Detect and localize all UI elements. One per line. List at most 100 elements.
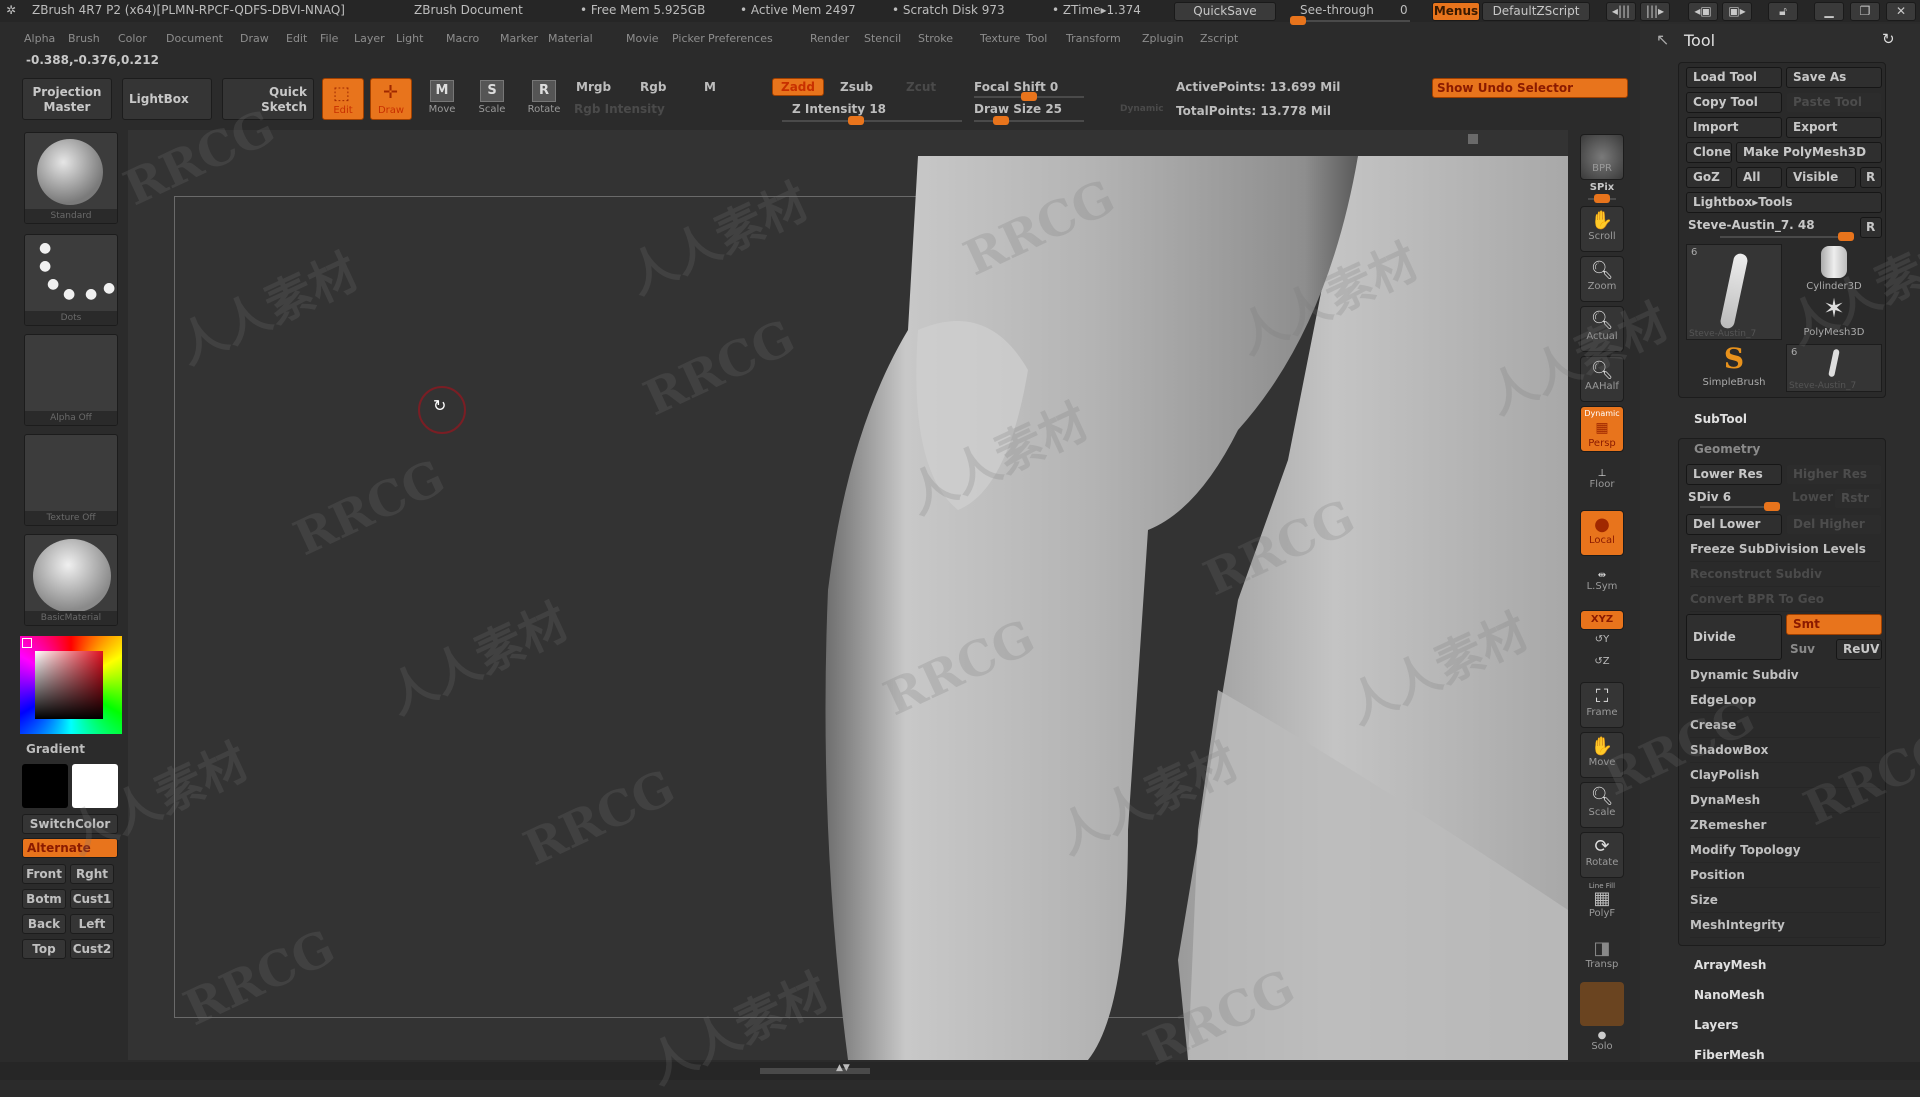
save-as-button[interactable]: Save As (1786, 67, 1882, 88)
subtool-section[interactable]: SubTool (1694, 412, 1747, 426)
make-polymesh3d-button[interactable]: Make PolyMesh3D (1736, 142, 1882, 163)
subsection-arraymesh[interactable]: ArrayMesh (1694, 958, 1766, 972)
window-prev-icon[interactable]: ◂▣ (1688, 2, 1718, 21)
window-next-icon[interactable]: ▣▸ (1722, 2, 1752, 21)
spix-slider[interactable]: SPix (1580, 182, 1624, 203)
lower-button[interactable]: Lower (1792, 490, 1833, 504)
switch-color-button[interactable]: SwitchColor (22, 814, 118, 834)
document-canvas[interactable]: ↻ (128, 130, 1568, 1060)
view-bottom-button[interactable]: Botm (22, 889, 66, 909)
goz-r-button[interactable]: R (1860, 167, 1882, 188)
menu-item-texture[interactable]: Texture (980, 32, 1020, 45)
m-button[interactable]: M (704, 80, 716, 94)
geometry-item-zremesher[interactable]: ZRemesher (1690, 814, 1880, 838)
floor-button[interactable]: ⊥ Floor (1580, 468, 1624, 490)
solo-button[interactable]: ● Solo (1580, 1030, 1624, 1052)
sculpt-model[interactable] (128, 130, 1568, 1060)
del-lower-button[interactable]: Del Lower (1686, 514, 1782, 535)
geometry-item-dynamic-subdiv[interactable]: Dynamic Subdiv (1690, 664, 1880, 688)
geometry-item-position[interactable]: Position (1690, 864, 1880, 888)
goz-button[interactable]: GoZ (1686, 167, 1732, 188)
z-intensity-knob[interactable] (847, 116, 864, 125)
menu-item-marker[interactable]: Marker (500, 32, 538, 45)
lightbox-tools-button[interactable]: Lightbox▸Tools (1686, 192, 1882, 213)
menu-item-macro[interactable]: Macro (446, 32, 479, 45)
menu-item-brush[interactable]: Brush (68, 32, 100, 45)
tool-slider-knob[interactable] (1838, 232, 1854, 241)
tool-slider[interactable] (1720, 232, 1854, 241)
mrgb-button[interactable]: Mrgb (576, 80, 611, 94)
stroke-thumbnail[interactable]: ● ● ● ● ● ● Dots (24, 234, 118, 326)
divide-button[interactable]: Divide (1686, 614, 1782, 660)
zadd-button[interactable]: Zadd (772, 78, 824, 96)
quicksave-button[interactable]: QuickSave (1174, 2, 1276, 21)
menu-item-transform[interactable]: Transform (1066, 32, 1121, 45)
color-saturation-square[interactable] (35, 651, 103, 719)
geometry-item-meshintegrity[interactable]: MeshIntegrity (1690, 914, 1880, 938)
menu-item-picker[interactable]: Picker (672, 32, 705, 45)
zoom-button[interactable]: 🔍︎ Zoom (1580, 256, 1624, 302)
menu-item-render[interactable]: Render (810, 32, 849, 45)
import-button[interactable]: Import (1686, 117, 1782, 138)
menu-item-document[interactable]: Document (166, 32, 223, 45)
geometry-item-crease[interactable]: Crease (1690, 714, 1880, 738)
scale-view-button[interactable]: 🔍︎ Scale (1580, 782, 1624, 828)
view-custom2-button[interactable]: Cust2 (70, 939, 114, 959)
frame-button[interactable]: ⛶ Frame (1580, 682, 1624, 728)
see-through-slider[interactable] (1290, 16, 1410, 25)
subsection-layers[interactable]: Layers (1694, 1018, 1738, 1032)
rgb-button[interactable]: Rgb (640, 80, 666, 94)
scroll-left-icon[interactable]: ◂||| (1606, 2, 1636, 21)
material-thumbnail[interactable]: BasicMaterial (24, 534, 118, 626)
brush-thumbnail[interactable]: Standard (24, 132, 118, 224)
tool-thumb-polymesh3d[interactable]: ✶ PolyMesh3D (1786, 294, 1882, 344)
bpr-button[interactable]: BPR (1580, 134, 1624, 180)
color-picker[interactable] (20, 636, 122, 734)
menu-item-stroke[interactable]: Stroke (918, 32, 953, 45)
scale-button[interactable]: S Scale (470, 76, 514, 120)
focal-shift-knob[interactable] (1021, 92, 1037, 101)
spix-knob[interactable] (1594, 194, 1610, 203)
menu-item-material[interactable]: Material (548, 32, 593, 45)
main-color-swatch[interactable] (22, 764, 68, 808)
expand-tray-icon[interactable]: ▲▼ (836, 1063, 850, 1073)
zsub-button[interactable]: Zsub (840, 80, 873, 94)
rotate-view-button[interactable]: ⟳ Rotate (1580, 832, 1624, 878)
reuv-button[interactable]: ReUV (1836, 639, 1882, 660)
quick-sketch-button[interactable]: Quick Sketch (222, 78, 314, 120)
tool-thumb-steve-austin-2[interactable]: 6 Steve-Austin_7 (1786, 344, 1882, 392)
subsection-nanomesh[interactable]: NanoMesh (1694, 988, 1765, 1002)
minimize-icon[interactable]: ▁ (1814, 2, 1844, 21)
persp-button[interactable]: Dynamic ▦ Persp (1580, 406, 1624, 452)
texture-thumbnail[interactable]: Texture Off (24, 434, 118, 526)
sdiv-knob[interactable] (1764, 502, 1780, 511)
tool-r-button[interactable]: R (1860, 217, 1882, 238)
view-right-button[interactable]: Rght (70, 864, 114, 884)
rgb-intensity-slider[interactable]: Rgb Intensity (574, 102, 665, 116)
menu-item-alpha[interactable]: Alpha (24, 32, 55, 45)
view-back-button[interactable]: Back (22, 914, 66, 934)
scroll-right-icon[interactable]: |||▸ (1640, 2, 1670, 21)
goz-all-button[interactable]: All (1736, 167, 1782, 188)
lock-icon[interactable]: 🔓︎ (1768, 2, 1798, 21)
menus-button[interactable]: Menus (1432, 2, 1480, 21)
menu-item-zscript[interactable]: Zscript (1200, 32, 1238, 45)
menu-item-movie[interactable]: Movie (626, 32, 659, 45)
geometry-item-modify-topology[interactable]: Modify Topology (1690, 839, 1880, 863)
polyf-button[interactable]: Line Fill ▦ PolyF (1580, 882, 1624, 919)
higher-res-button[interactable]: Higher Res (1786, 464, 1882, 485)
menu-item-layer[interactable]: Layer (354, 32, 385, 45)
projection-master-button[interactable]: Projection Master (22, 78, 112, 120)
tool-thumb-steve-austin[interactable]: 6 Steve-Austin_7 (1686, 244, 1782, 340)
sdiv-slider[interactable] (1700, 502, 1780, 511)
rotate-z-button[interactable]: ↺Z (1580, 656, 1624, 667)
menu-item-edit[interactable]: Edit (286, 32, 307, 45)
lower-res-button[interactable]: Lower Res (1686, 464, 1782, 485)
focal-shift-slider[interactable] (974, 92, 1084, 101)
rotate-button[interactable]: R Rotate (522, 76, 566, 120)
view-left-button[interactable]: Left (70, 914, 114, 934)
convert-bpr-button[interactable]: Convert BPR To Geo (1690, 588, 1880, 612)
geometry-item-size[interactable]: Size (1690, 889, 1880, 913)
actual-button[interactable]: 🔍︎ Actual (1580, 306, 1624, 352)
draw-button[interactable]: ✛ Draw (370, 78, 412, 120)
